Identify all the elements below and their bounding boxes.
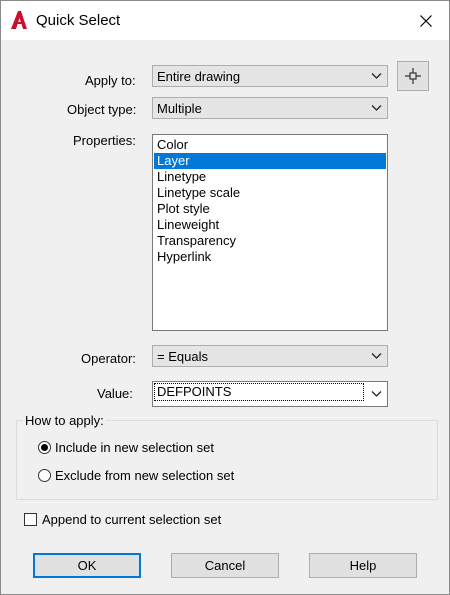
ok-button[interactable]: OK (33, 553, 141, 578)
operator-value: = Equals (157, 349, 208, 364)
exclude-radio[interactable] (38, 469, 51, 482)
value-dropdown[interactable]: DEFPOINTS (152, 381, 388, 407)
pick-objects-crosshair-icon (405, 68, 421, 84)
include-radio-label: Include in new selection set (55, 440, 214, 455)
autocad-logo-icon (10, 10, 28, 30)
object-type-dropdown[interactable]: Multiple (152, 97, 388, 119)
chevron-down-icon (371, 73, 382, 79)
chevron-down-icon (371, 105, 382, 111)
list-item-linetype-scale[interactable]: Linetype scale (154, 185, 386, 201)
list-item-layer[interactable]: Layer (154, 153, 386, 169)
include-radio-option[interactable]: Include in new selection set (38, 440, 214, 455)
value-field-text: DEFPOINTS (154, 383, 364, 401)
title-bar: Quick Select (1, 1, 449, 40)
help-button[interactable]: Help (309, 553, 417, 578)
include-radio[interactable] (38, 441, 51, 454)
how-to-apply-title: How to apply: (23, 413, 106, 428)
window-title: Quick Select (36, 12, 121, 29)
properties-label: Properties: (73, 133, 136, 148)
cancel-button[interactable]: Cancel (171, 553, 279, 578)
apply-to-label: Apply to: (85, 73, 136, 88)
properties-listbox[interactable]: Color Layer Linetype Linetype scale Plot… (152, 134, 388, 331)
close-button[interactable] (403, 1, 449, 40)
list-item-plot-style[interactable]: Plot style (154, 201, 386, 217)
how-to-apply-group (16, 420, 438, 500)
select-objects-button[interactable] (397, 61, 429, 91)
close-icon (420, 14, 432, 27)
apply-to-dropdown[interactable]: Entire drawing (152, 65, 388, 87)
object-type-label: Object type: (67, 102, 137, 117)
append-option[interactable]: Append to current selection set (24, 512, 221, 527)
append-checkbox-label: Append to current selection set (42, 512, 222, 527)
value-label: Value: (97, 386, 133, 401)
list-item-lineweight[interactable]: Lineweight (154, 217, 386, 233)
quick-select-dialog: Quick Select Apply to: Entire drawing Ob… (0, 0, 450, 595)
apply-to-value: Entire drawing (157, 69, 241, 84)
chevron-down-icon (371, 353, 382, 359)
exclude-radio-label: Exclude from new selection set (55, 468, 235, 483)
list-item-linetype[interactable]: Linetype (154, 169, 386, 185)
list-item-color[interactable]: Color (154, 137, 386, 153)
object-type-value: Multiple (157, 101, 202, 116)
list-item-transparency[interactable]: Transparency (154, 233, 386, 249)
operator-label: Operator: (81, 351, 136, 366)
chevron-down-icon (371, 391, 382, 397)
append-checkbox[interactable] (24, 513, 37, 526)
operator-dropdown[interactable]: = Equals (152, 345, 388, 367)
exclude-radio-option[interactable]: Exclude from new selection set (38, 468, 234, 483)
list-item-hyperlink[interactable]: Hyperlink (154, 249, 386, 265)
